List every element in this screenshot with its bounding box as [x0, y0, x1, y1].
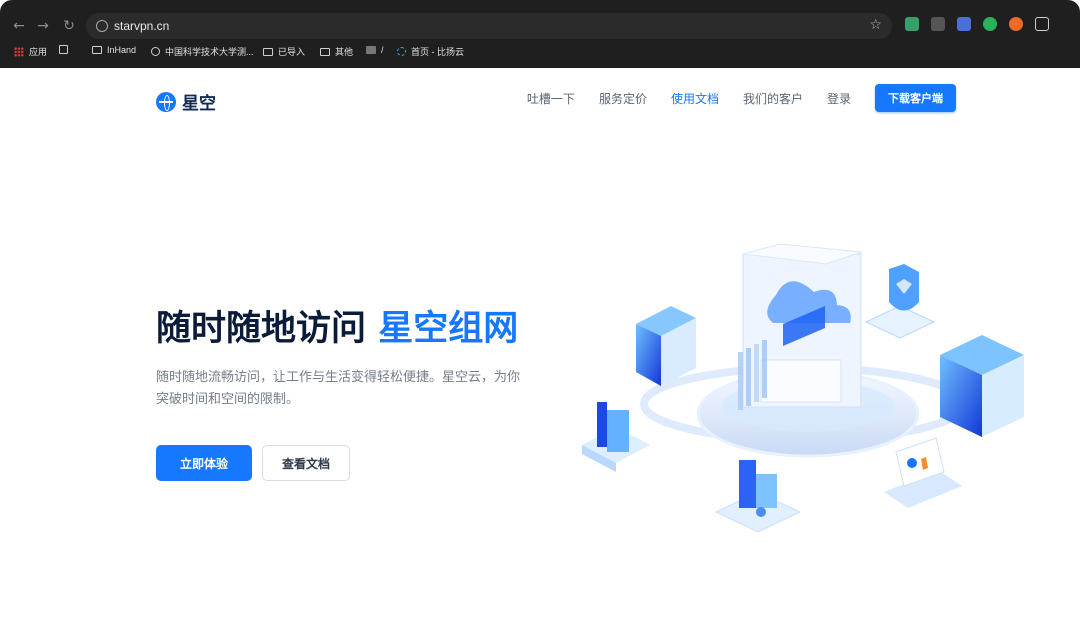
back-icon[interactable]: ←: [11, 18, 27, 34]
site-navigation: 吐槽一下 服务定价 使用文档 我们的客户 登录 下载客户端: [527, 84, 956, 112]
nav-pricing[interactable]: 服务定价: [599, 90, 647, 107]
address-bar[interactable]: starvpn.cn ☆: [86, 13, 892, 39]
bookmark-star-icon[interactable]: ☆: [869, 17, 882, 33]
web-page: 星空 吐槽一下 服务定价 使用文档 我们的客户 登录 下载客户端 随时随地访问 …: [0, 68, 1080, 618]
bookmark-apps[interactable]: 应用: [14, 45, 47, 58]
folder-icon: [92, 46, 102, 54]
try-now-button[interactable]: 立即体验: [156, 445, 252, 481]
nav-customers[interactable]: 我们的客户: [743, 90, 803, 107]
browser-toolbar: ← → ↻ starvpn.cn ☆: [0, 10, 1080, 42]
extensions-puzzle-icon[interactable]: [1035, 17, 1049, 31]
folder-icon: [366, 46, 376, 54]
bookmark-biyangyun[interactable]: 首页 - 比扬云: [397, 45, 464, 58]
bottom-building-block: [714, 460, 802, 533]
bookmark-ustc[interactable]: 中国科学技术大学测...: [151, 45, 254, 58]
logo-text: 星空: [182, 94, 216, 114]
extension-icon-n[interactable]: [983, 17, 997, 31]
url-text[interactable]: starvpn.cn: [114, 18, 169, 34]
laptop-chart-card: [884, 437, 962, 508]
extension-icon-blue[interactable]: [957, 17, 971, 31]
hero-title: 随时随地访问 星空组网: [156, 309, 518, 349]
browser-chrome: ← → ↻ starvpn.cn ☆ 应用 InHand 中国科学技术大学测..…: [0, 0, 1080, 68]
right-server-rack: [940, 335, 1024, 437]
nav-login[interactable]: 登录: [827, 90, 851, 107]
view-docs-button[interactable]: 查看文档: [262, 445, 350, 481]
site-logo[interactable]: 星空: [156, 89, 216, 114]
white-cube: [760, 359, 842, 403]
bookmark-inhand[interactable]: InHand: [92, 45, 136, 55]
apps-grid-icon: [14, 46, 24, 57]
reload-icon[interactable]: ↻: [61, 18, 77, 34]
nav-docs[interactable]: 使用文档: [671, 90, 719, 107]
bookmark-slash[interactable]: /: [366, 45, 384, 55]
bookmark-other[interactable]: 其他: [320, 45, 353, 58]
security-shield-card: [864, 264, 936, 339]
extension-icon-green[interactable]: [905, 17, 919, 31]
globe-logo-icon: [156, 91, 176, 112]
folder-icon: [320, 47, 330, 56]
bookmark-grid[interactable]: [59, 45, 68, 54]
hero-title-accent: 星空组网: [378, 309, 519, 349]
tab-groups-icon: [59, 45, 68, 54]
bookmarks-bar: 应用 InHand 中国科学技术大学测... 已导入 其他 / 首页 - 比扬云: [0, 44, 1080, 62]
forward-icon[interactable]: →: [35, 18, 51, 34]
browser-window: ← → ↻ starvpn.cn ☆ 应用 InHand 中国科学技术大学测..…: [0, 0, 1080, 618]
extension-icon-gray[interactable]: [931, 17, 945, 31]
nav-feedback[interactable]: 吐槽一下: [527, 90, 575, 107]
extension-icon-orange[interactable]: [1009, 17, 1023, 31]
download-client-button[interactable]: 下载客户端: [875, 84, 956, 112]
folder-icon: [263, 47, 273, 56]
site-icon: [151, 47, 160, 56]
bookmark-imported[interactable]: 已导入: [263, 45, 305, 58]
site-icon: [397, 47, 406, 56]
site-info-icon[interactable]: [96, 20, 108, 32]
hero-title-main: 随时随地访问: [156, 309, 367, 349]
hero-network-illustration: [582, 244, 1024, 533]
left-server-rack: [636, 306, 696, 386]
left-building-block: [582, 402, 650, 472]
hero-description: 随时随地流畅访问，让工作与生活变得轻松便捷。星空云，为你突破时间和空间的限制。: [156, 370, 521, 407]
